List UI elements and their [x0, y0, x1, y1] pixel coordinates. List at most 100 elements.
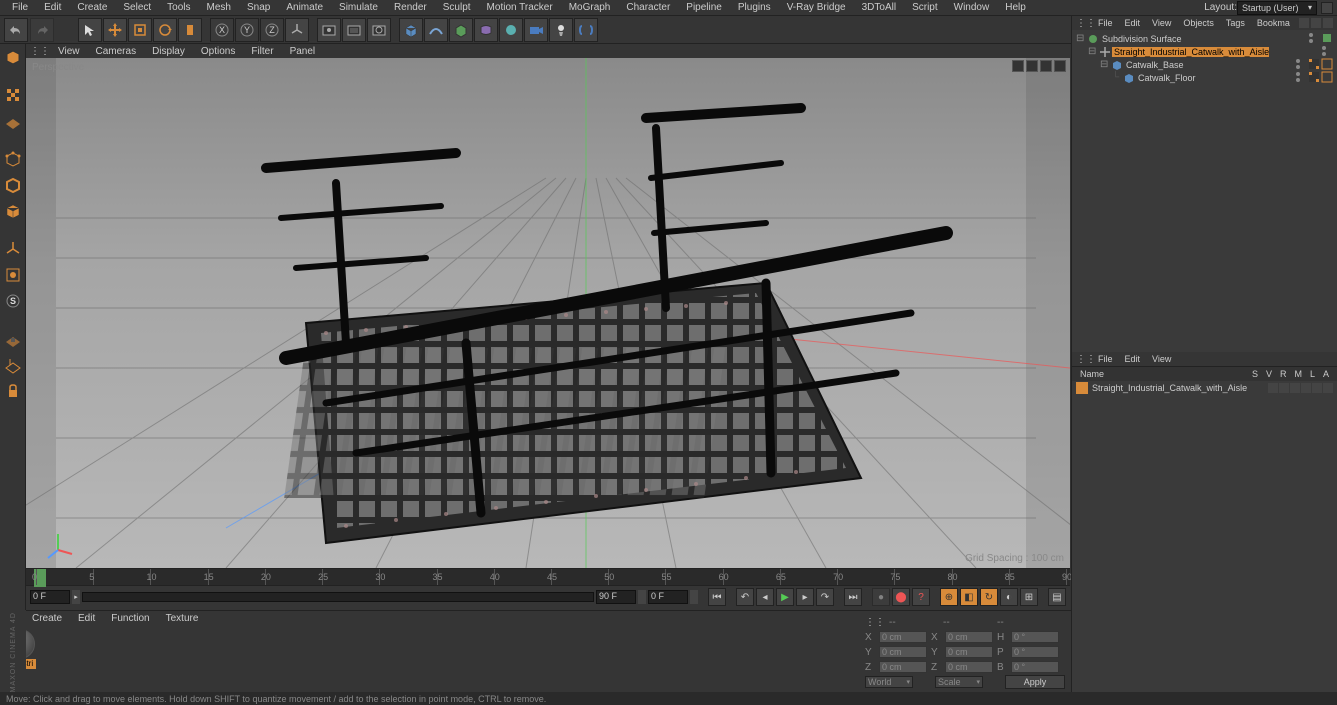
- layout-dropdown[interactable]: Startup (User): [1237, 1, 1317, 15]
- key-rot-button[interactable]: ↻: [980, 588, 998, 606]
- viewport-pan-icon[interactable]: [1012, 60, 1024, 72]
- timeline-start-input[interactable]: 0 F: [30, 590, 70, 604]
- obj-objects-menu[interactable]: Objects: [1177, 18, 1220, 28]
- viewport-zoom-icon[interactable]: [1026, 60, 1038, 72]
- timeline-end-stepper[interactable]: [638, 590, 646, 604]
- tree-row-base[interactable]: ⊟ Catwalk_Base: [1074, 58, 1335, 71]
- rot-h-input[interactable]: 0 °: [1011, 631, 1059, 643]
- generator-button[interactable]: [449, 18, 473, 42]
- layer-color-icon[interactable]: [1076, 382, 1088, 394]
- texture-tag[interactable]: [1308, 71, 1320, 83]
- light-button[interactable]: [549, 18, 573, 42]
- locked-button[interactable]: [0, 378, 26, 404]
- record-button[interactable]: ●: [872, 588, 890, 606]
- texture-tag[interactable]: [1308, 58, 1320, 70]
- goto-prev-key-button[interactable]: ↶: [736, 588, 754, 606]
- x-axis-lock[interactable]: X: [210, 18, 234, 42]
- objects-grip-icon[interactable]: ⋮⋮: [1076, 18, 1092, 29]
- coord-x-input[interactable]: 0 cm: [879, 631, 927, 643]
- mat-function-menu[interactable]: Function: [103, 613, 157, 624]
- coord-z-input[interactable]: 0 cm: [879, 661, 927, 673]
- spline-button[interactable]: [424, 18, 448, 42]
- menu-character[interactable]: Character: [618, 0, 678, 15]
- attr-edit-menu[interactable]: Edit: [1119, 354, 1147, 364]
- attr-file-menu[interactable]: File: [1092, 354, 1119, 364]
- layer-r-col[interactable]: R: [1276, 369, 1291, 379]
- layer-name-col[interactable]: Name: [1076, 369, 1248, 379]
- layout-reset-button[interactable]: [1321, 2, 1333, 14]
- layer-row[interactable]: Straight_Industrial_Catwalk_with_Aisle: [1072, 381, 1337, 394]
- mat-texture-menu[interactable]: Texture: [158, 613, 207, 624]
- menu-select[interactable]: Select: [115, 0, 159, 15]
- obj-view-menu[interactable]: View: [1146, 18, 1177, 28]
- timeline-end-input[interactable]: 90 F: [596, 590, 636, 604]
- texture-mode-button[interactable]: [0, 82, 26, 108]
- tree-label-catwalk[interactable]: Straight_Industrial_Catwalk_with_Aisle: [1112, 47, 1269, 57]
- planar-workplane-button[interactable]: [0, 352, 26, 378]
- obj-edit-menu[interactable]: Edit: [1119, 18, 1147, 28]
- key-param-button[interactable]: ◐: [1000, 588, 1018, 606]
- viewport-toggle-icon[interactable]: [1054, 60, 1066, 72]
- tree-label-floor[interactable]: Catwalk_Floor: [1136, 73, 1196, 83]
- cube-primitive-button[interactable]: [399, 18, 423, 42]
- layer-a-toggle[interactable]: [1323, 383, 1333, 393]
- obj-bookmarks-menu[interactable]: Bookma: [1251, 18, 1296, 28]
- menu-plugins[interactable]: Plugins: [730, 0, 779, 15]
- mat-create-menu[interactable]: Create: [24, 613, 70, 624]
- visibility-tag[interactable]: [1321, 45, 1333, 57]
- deformer-button[interactable]: [474, 18, 498, 42]
- size-mode-dropdown[interactable]: Scale: [935, 676, 983, 688]
- tree-row-subdiv[interactable]: ⊟ Subdivision Surface: [1074, 32, 1335, 45]
- menu-3dtoall[interactable]: 3DToAll: [854, 0, 904, 15]
- goto-next-key-button[interactable]: ↷: [816, 588, 834, 606]
- mat-edit-menu[interactable]: Edit: [70, 613, 103, 624]
- timeline-range-slider[interactable]: [82, 592, 594, 602]
- viewport-solo-button[interactable]: [0, 262, 26, 288]
- viewport-canvas[interactable]: [26, 58, 1070, 568]
- next-frame-button[interactable]: ▸: [796, 588, 814, 606]
- y-axis-lock[interactable]: Y: [235, 18, 259, 42]
- move-tool[interactable]: [103, 18, 127, 42]
- menu-script[interactable]: Script: [904, 0, 946, 15]
- tree-label-subdiv[interactable]: Subdivision Surface: [1100, 34, 1182, 44]
- points-mode-button[interactable]: [0, 146, 26, 172]
- workplane-button[interactable]: [0, 108, 26, 134]
- menu-window[interactable]: Window: [946, 0, 998, 15]
- menu-simulate[interactable]: Simulate: [331, 0, 386, 15]
- viewport-grip-icon[interactable]: ⋮⋮: [30, 45, 50, 57]
- scale-tool[interactable]: [128, 18, 152, 42]
- polygons-mode-button[interactable]: [0, 198, 26, 224]
- tree-row-catwalk[interactable]: ⊟ Straight_Industrial_Catwalk_with_Aisle: [1074, 45, 1335, 58]
- autokey-button[interactable]: ⬤: [892, 588, 910, 606]
- menu-render[interactable]: Render: [386, 0, 435, 15]
- vp-display-menu[interactable]: Display: [144, 46, 193, 57]
- render-view-button[interactable]: [317, 18, 341, 42]
- timeline-options-button[interactable]: ▤: [1048, 588, 1066, 606]
- menu-tools[interactable]: Tools: [159, 0, 198, 15]
- goto-start-button[interactable]: ⏮: [708, 588, 726, 606]
- camera-button[interactable]: [524, 18, 548, 42]
- obj-filter-icon[interactable]: [1311, 18, 1321, 28]
- timeline-ruler[interactable]: 051015202530354045505560657075808590: [26, 568, 1070, 586]
- rot-p-input[interactable]: 0 °: [1011, 646, 1059, 658]
- keyframe-sel-button[interactable]: ?: [912, 588, 930, 606]
- undo-button[interactable]: [4, 18, 28, 42]
- timeline-current-input[interactable]: 0 F: [648, 590, 688, 604]
- coord-grip-icon[interactable]: ⋮⋮: [865, 617, 885, 628]
- size-x-input[interactable]: 0 cm: [945, 631, 993, 643]
- key-pla-button[interactable]: ⊞: [1020, 588, 1038, 606]
- menu-motiontracker[interactable]: Motion Tracker: [479, 0, 561, 15]
- tree-toggle-icon[interactable]: ⊟: [1076, 33, 1086, 44]
- render-picture-button[interactable]: [342, 18, 366, 42]
- tree-label-base[interactable]: Catwalk_Base: [1124, 60, 1184, 70]
- tree-row-floor[interactable]: └ Catwalk_Floor: [1074, 71, 1335, 84]
- live-select-tool[interactable]: [78, 18, 102, 42]
- layer-s-toggle[interactable]: [1268, 383, 1278, 393]
- model-mode-button[interactable]: [0, 44, 26, 70]
- menu-vraybridge[interactable]: V-Ray Bridge: [779, 0, 854, 15]
- vp-options-menu[interactable]: Options: [193, 46, 243, 57]
- edges-mode-button[interactable]: [0, 172, 26, 198]
- attr-grip-icon[interactable]: ⋮⋮: [1076, 354, 1092, 365]
- menu-file[interactable]: File: [4, 0, 36, 15]
- environment-button[interactable]: [499, 18, 523, 42]
